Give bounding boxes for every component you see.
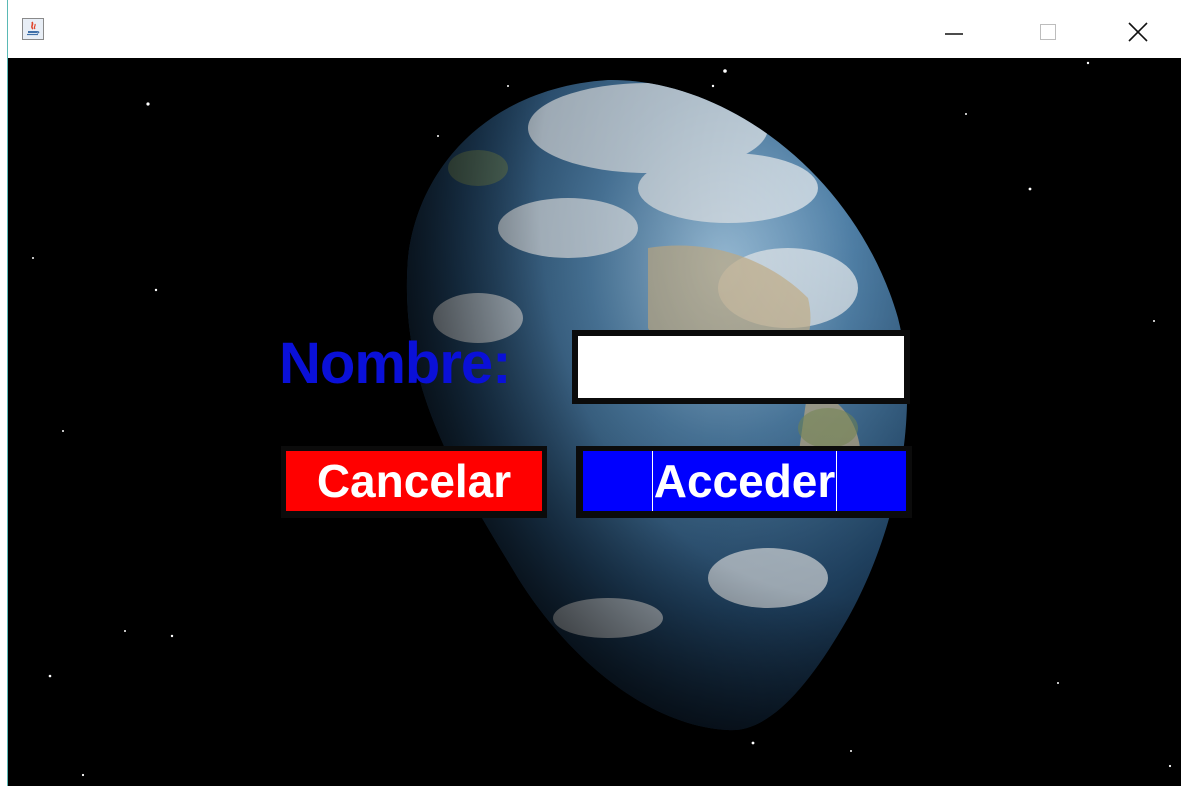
window-left-edge (0, 0, 8, 786)
cancel-button-border: Cancelar (281, 446, 547, 518)
name-label: Nombre: (279, 331, 511, 396)
minimize-button[interactable] (931, 12, 977, 52)
java-icon[interactable] (22, 18, 44, 40)
cancel-button[interactable]: Cancelar (286, 451, 542, 511)
name-field-border (572, 330, 910, 404)
login-panel: Nombre: Cancelar Acceder (8, 58, 1181, 786)
maximize-button[interactable] (1025, 12, 1071, 52)
access-button[interactable]: Acceder (583, 451, 906, 511)
earth-image (406, 79, 908, 731)
title-bar[interactable] (8, 0, 1181, 58)
minimize-icon (945, 33, 963, 35)
name-input[interactable] (578, 336, 904, 398)
app-window: Nombre: Cancelar Acceder (0, 0, 1181, 786)
access-button-label: Acceder (651, 451, 838, 511)
close-icon (1128, 22, 1148, 42)
maximize-icon (1040, 24, 1056, 40)
access-button-border: Acceder (576, 446, 912, 518)
close-button[interactable] (1115, 12, 1161, 52)
